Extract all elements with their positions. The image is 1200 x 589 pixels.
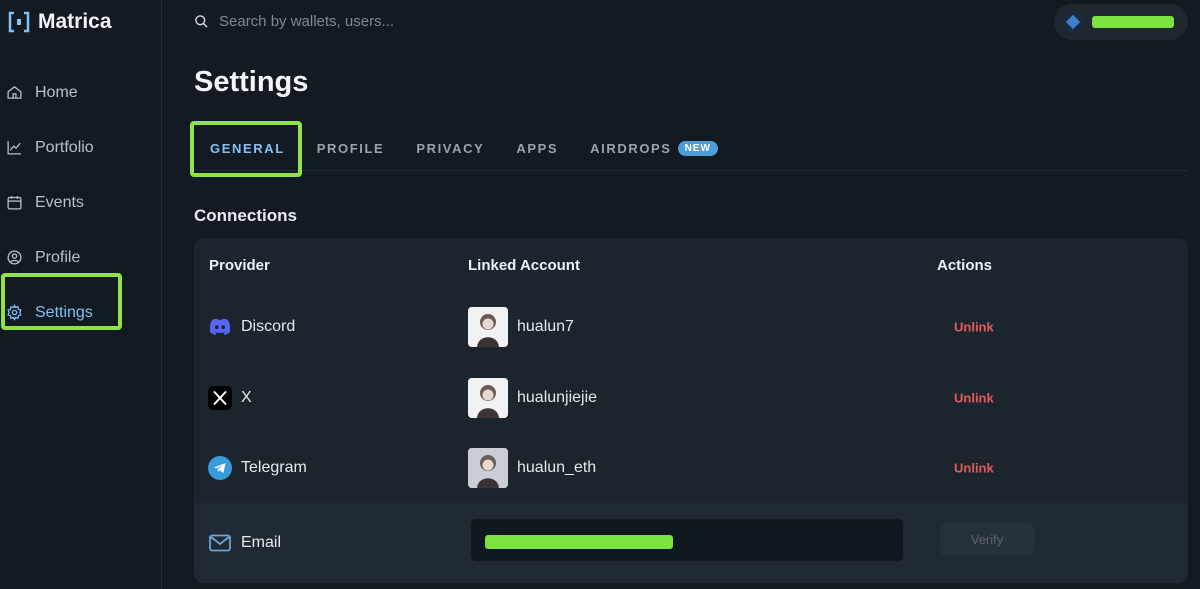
tab-label: PRIVACY [416, 141, 485, 156]
column-header-linked-account: Linked Account [468, 257, 580, 274]
tab-label: PROFILE [316, 141, 385, 156]
app-window: Matrica Home Portfolio Events Profile Se… [0, 0, 1200, 589]
account-name: hualun_eth [517, 459, 597, 476]
section-title: Connections [194, 206, 297, 225]
mail-icon [208, 531, 232, 555]
column-header-provider: Provider [209, 257, 270, 274]
provider-name: Email [241, 534, 282, 551]
provider-name: Telegram [241, 459, 307, 476]
search-input[interactable]: Search by wallets, users... [219, 13, 394, 30]
tab-general[interactable]: GENERAL [194, 141, 301, 156]
sidebar-nav: Home Portfolio Events Profile Settings [0, 65, 162, 340]
account-name: hualun7 [517, 318, 574, 335]
sidebar-item-home[interactable]: Home [0, 65, 162, 120]
avatar [468, 378, 508, 418]
settings-tabs: GENERAL PROFILE PRIVACY APPS AIRDROPS NE… [194, 127, 1188, 171]
home-icon [7, 86, 22, 99]
table-row: Telegram hualun_eth Unlink [194, 433, 1188, 503]
tab-label: APPS [516, 141, 559, 156]
avatar [468, 307, 508, 347]
gear-icon [7, 304, 22, 321]
sidebar-item-settings[interactable]: Settings [0, 285, 162, 340]
verify-button[interactable]: Verify [940, 523, 1034, 555]
column-header-actions: Actions [937, 257, 993, 274]
logo[interactable]: Matrica [8, 10, 112, 34]
sidebar-item-label: Portfolio [35, 138, 94, 156]
search-bar[interactable]: Search by wallets, users... [194, 8, 594, 34]
sidebar-item-profile[interactable]: Profile [0, 230, 162, 285]
chart-icon [7, 141, 21, 155]
account-name: hualunjiejie [517, 389, 598, 406]
email-row: Email Verify [194, 503, 1188, 583]
user-circle-icon [7, 250, 22, 265]
tab-airdrops[interactable]: AIRDROPS NEW [574, 141, 734, 156]
provider-name: Discord [241, 318, 296, 335]
sidebar-item-events[interactable]: Events [0, 175, 162, 230]
new-badge: NEW [677, 141, 718, 156]
page-title: Settings [194, 66, 309, 98]
connections-table: Provider Linked Account Actions Discord [194, 238, 1188, 583]
linked-account-cell: hualunjiejie [468, 378, 597, 418]
sidebar-item-label: Events [35, 193, 84, 211]
table-row: X hualunjiejie Unlink [194, 363, 1188, 433]
sidebar-item-portfolio[interactable]: Portfolio [0, 120, 162, 175]
tab-apps[interactable]: APPS [500, 141, 574, 156]
telegram-icon [208, 456, 232, 480]
sidebar: Matrica Home Portfolio Events Profile Se… [0, 0, 162, 589]
provider-cell: Telegram [208, 456, 307, 480]
unlink-discord-button[interactable]: Unlink [954, 320, 994, 335]
sidebar-item-label: Profile [35, 248, 81, 266]
tab-privacy[interactable]: PRIVACY [400, 141, 500, 156]
calendar-icon [7, 196, 22, 210]
user-menu-button[interactable] [1054, 4, 1188, 40]
sidebar-item-label: Home [35, 83, 78, 101]
email-field[interactable] [470, 518, 904, 562]
avatar [1062, 11, 1084, 33]
linked-account-cell: hualun_eth [468, 448, 596, 488]
redacted-email [485, 535, 673, 549]
app-name: Matrica [38, 10, 112, 33]
unlink-x-button[interactable]: Unlink [954, 391, 994, 406]
provider-cell: X [208, 386, 252, 410]
provider-cell: Email [208, 531, 281, 555]
sidebar-item-label: Settings [35, 303, 93, 321]
discord-icon [208, 315, 232, 339]
tab-label: AIRDROPS [590, 141, 672, 156]
unlink-telegram-button[interactable]: Unlink [954, 461, 994, 476]
redacted-username [1092, 16, 1174, 28]
tab-profile[interactable]: PROFILE [301, 141, 401, 156]
table-row: Discord hualun7 Unlink [194, 292, 1188, 362]
x-icon [208, 386, 232, 410]
search-icon [195, 14, 208, 28]
provider-name: X [241, 389, 252, 406]
provider-cell: Discord [208, 315, 295, 339]
matrica-logo-icon [8, 11, 30, 33]
tab-label: GENERAL [210, 141, 285, 156]
linked-account-cell: hualun7 [468, 307, 574, 347]
avatar [468, 448, 508, 488]
